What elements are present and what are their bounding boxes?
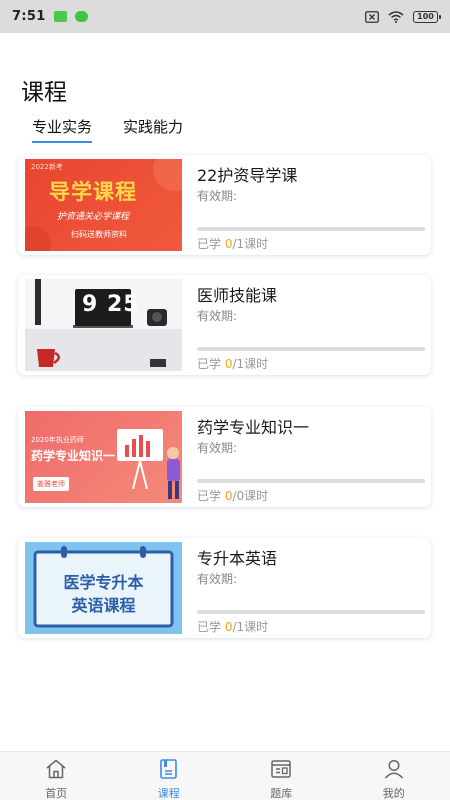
nav-profile[interactable]: 我的 (338, 752, 450, 800)
wechat-notification-icon (74, 11, 88, 22)
battery-icon: 100 (413, 10, 441, 23)
thumb-teacher-badge: 姜雅老师 (33, 477, 69, 491)
course-progress-bar (197, 347, 425, 351)
course-progress-bar (197, 227, 425, 231)
nav-question-bank[interactable]: 题库 (225, 752, 338, 800)
tab-practical-ability[interactable]: 实践能力 (123, 116, 183, 143)
course-info: 22护资导学课 有效期: 已学 0/1课时 (197, 155, 425, 255)
page-title: 课程 (21, 80, 67, 106)
message-notification-icon (53, 11, 67, 22)
progress-prefix: 已学 (197, 357, 225, 371)
course-book-icon (158, 759, 180, 783)
course-progress-bar (197, 479, 425, 483)
course-title: 医师技能课 (197, 286, 278, 305)
course-title: 专升本英语 (197, 549, 278, 568)
progress-suffix: /0课时 (232, 489, 269, 503)
wifi-icon (388, 10, 404, 23)
course-progress-text: 已学 0/1课时 (197, 618, 268, 635)
course-card[interactable]: 9 25 医师技能课 有效期: 已学 0/1课时 (18, 275, 431, 375)
course-progress-text: 已学 0/1课时 (197, 235, 268, 252)
sim-no-signal-icon (365, 10, 379, 23)
course-info: 专升本英语 有效期: 已学 0/1课时 (197, 538, 425, 638)
progress-suffix: /1课时 (232, 237, 269, 251)
course-title: 药学专业知识一 (197, 418, 310, 437)
course-title: 22护资导学课 (197, 166, 298, 185)
course-info: 医师技能课 有效期: 已学 0/1课时 (197, 275, 425, 375)
course-thumbnail: 2020年执业药师 药学专业知识一 姜雅老师 (25, 411, 182, 503)
progress-prefix: 已学 (197, 620, 225, 634)
progress-suffix: /1课时 (232, 620, 269, 634)
thumb-footer: 扫码送教师资料 (71, 230, 127, 239)
course-validity: 有效期: (197, 309, 238, 323)
nav-courses[interactable]: 课程 (113, 752, 226, 800)
thumb-subline: 护资通关必学课程 (57, 212, 130, 222)
thumb-clock: 9 25 (82, 292, 140, 317)
course-validity: 有效期: (197, 572, 238, 586)
nav-home[interactable]: 首页 (0, 752, 113, 800)
thumb-tag: 2020年执业药师 (31, 436, 84, 444)
nav-home-label: 首页 (45, 787, 68, 800)
nav-question-bank-label: 题库 (270, 787, 293, 800)
progress-prefix: 已学 (197, 237, 225, 251)
course-thumbnail: 9 25 (25, 279, 182, 371)
question-bank-icon (270, 759, 292, 783)
course-card[interactable]: 2020年执业药师 药学专业知识一 姜雅老师 药学专业知识一 有效期: 已学 0… (18, 407, 431, 507)
course-validity: 有效期: (197, 441, 238, 455)
course-validity: 有效期: (197, 189, 238, 203)
course-thumbnail: 2022新考 导学课程 护资通关必学课程 扫码送教师资料 (25, 159, 182, 251)
nav-profile-label: 我的 (382, 787, 405, 800)
progress-prefix: 已学 (197, 489, 225, 503)
thumb-year-tag: 2022新考 (31, 163, 63, 171)
category-tabs: 专业实务 实践能力 (32, 116, 183, 143)
course-progress-text: 已学 0/0课时 (197, 487, 268, 504)
profile-icon (383, 759, 405, 783)
nav-courses-label: 课程 (157, 787, 180, 800)
course-progress-text: 已学 0/1课时 (197, 355, 268, 372)
thumb-headline: 导学课程 (49, 180, 137, 204)
thumb-line-2: 英语课程 (71, 596, 136, 615)
course-progress-bar (197, 610, 425, 614)
bottom-navigation: 首页 课程 题库 我的 (0, 751, 450, 800)
thumb-headline: 药学专业知识一 (31, 449, 116, 463)
course-info: 药学专业知识一 有效期: 已学 0/0课时 (197, 407, 425, 507)
status-bar: 7:51 100 (0, 0, 450, 33)
course-thumbnail: 医学专升本 英语课程 (25, 542, 182, 634)
tab-professional-practice[interactable]: 专业实务 (32, 116, 93, 143)
course-card[interactable]: 2022新考 导学课程 护资通关必学课程 扫码送教师资料 22护资导学课 有效期… (18, 155, 431, 255)
thumb-line-1: 医学专升本 (63, 573, 144, 592)
status-time: 7:51 (12, 9, 46, 24)
progress-suffix: /1课时 (232, 357, 269, 371)
course-card[interactable]: 医学专升本 英语课程 专升本英语 有效期: 已学 0/1课时 (18, 538, 431, 638)
home-icon (45, 759, 67, 783)
